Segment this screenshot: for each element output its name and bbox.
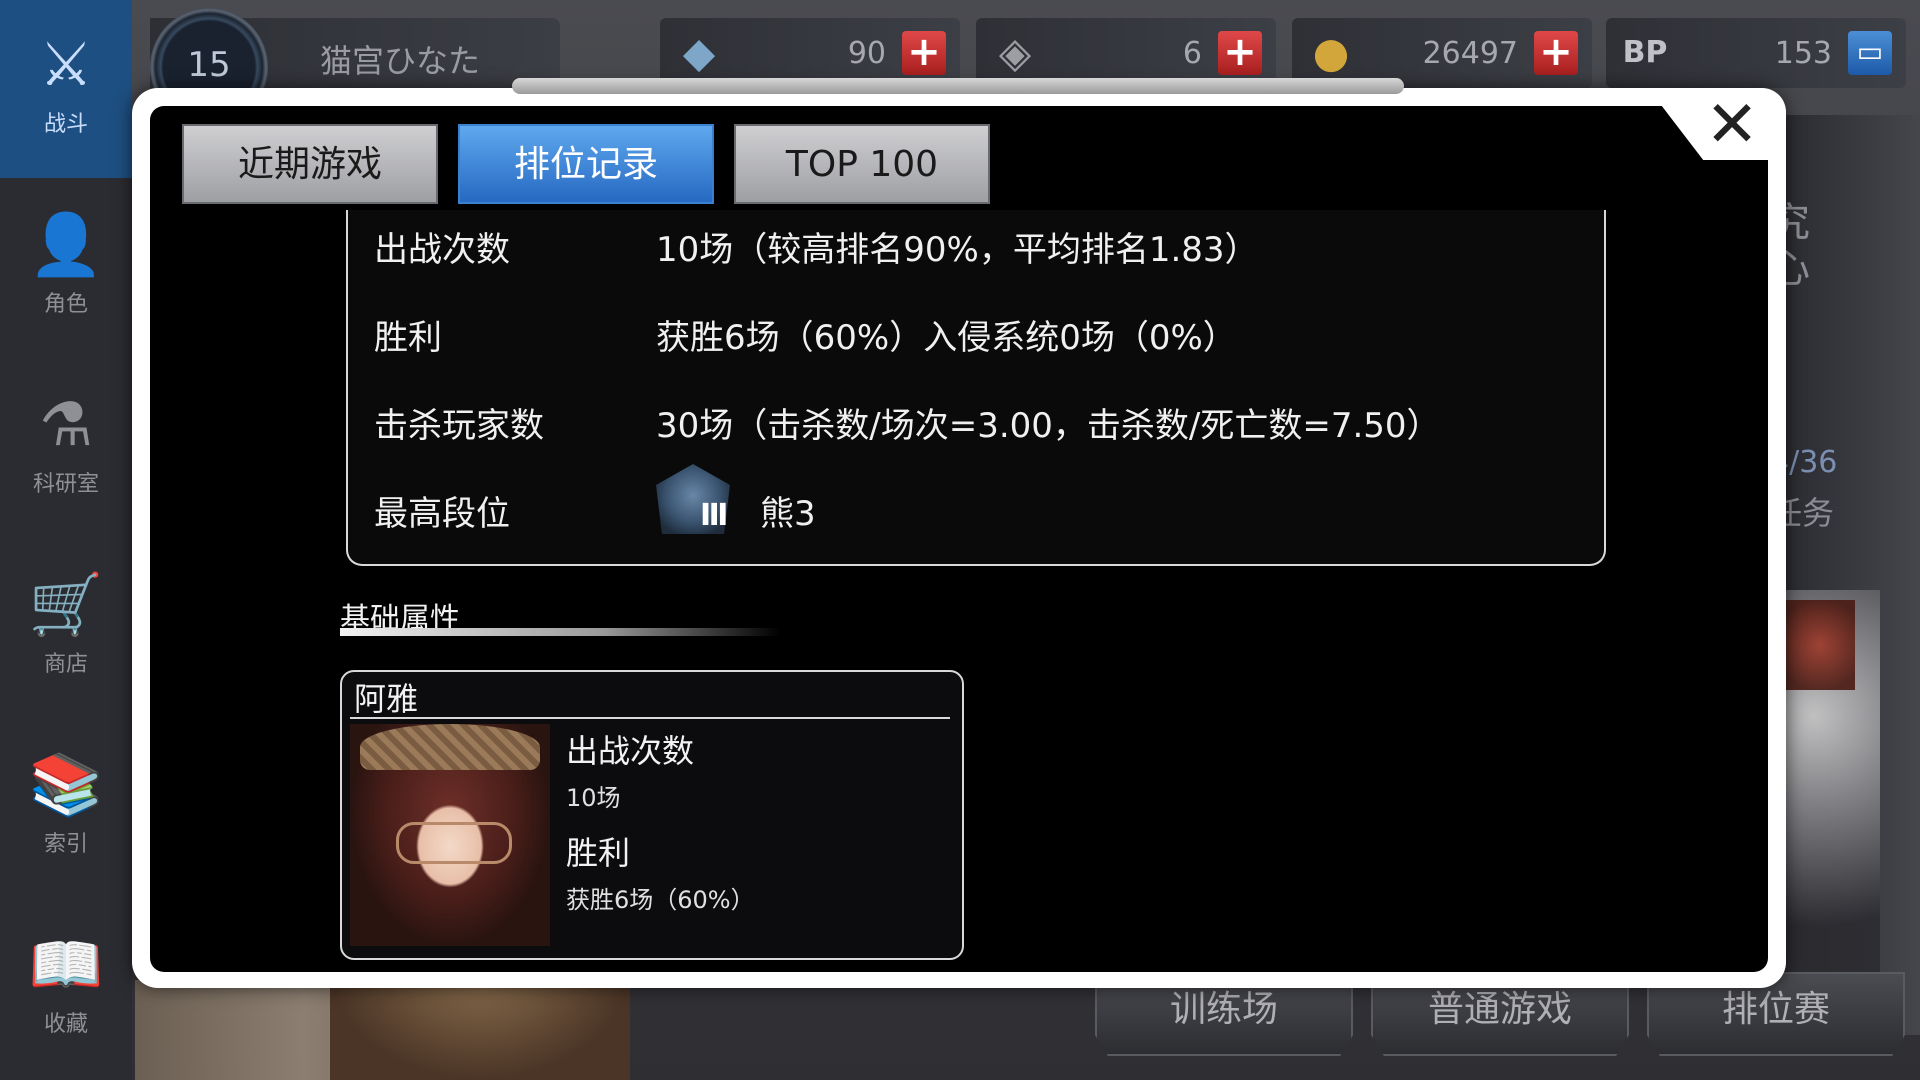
- portrait-glasses: [396, 822, 512, 864]
- rank-name: 熊3: [760, 494, 816, 534]
- stat-value: 30场（击杀数/场次=3.00，击杀数/死亡数=7.50）: [656, 406, 1441, 446]
- bp-card-button[interactable]: ▭: [1848, 31, 1892, 75]
- coin-count: 26497: [1422, 36, 1518, 71]
- add-crystal-button[interactable]: +: [902, 31, 946, 75]
- character-wins-label: 胜利: [566, 834, 631, 872]
- tab-recent-games[interactable]: 近期游戏: [182, 124, 438, 204]
- stat-value: 获胜6场（60%）入侵系统0场（0%）: [656, 318, 1237, 358]
- sidebar-item-label: 索引: [43, 832, 88, 857]
- bp-count: 153: [1774, 36, 1832, 71]
- sidebar: ⚔ 战斗 👤 角色 ⚗ 科研室 🛒 商店 📚 索引 📖 收藏: [0, 0, 132, 1080]
- sidebar-item-label: 商店: [43, 652, 88, 677]
- character-battles-value: 10场: [566, 784, 621, 812]
- crystal-count: 90: [847, 36, 886, 71]
- sidebar-item-shop[interactable]: 🛒 商店: [0, 540, 132, 710]
- sidebar-item-label: 科研室: [32, 472, 99, 497]
- stat-label: 击杀玩家数: [374, 406, 544, 446]
- ticket-icon: ◈: [998, 28, 1032, 77]
- modal-top-rail: [512, 78, 1404, 94]
- flask-icon: ⚗: [39, 390, 93, 460]
- character-icon: 👤: [28, 210, 104, 280]
- player-level: 15: [187, 45, 231, 85]
- stat-label: 出战次数: [374, 230, 510, 270]
- sidebar-item-label: 角色: [43, 292, 88, 317]
- open-book-icon: 📖: [28, 930, 104, 1000]
- modal-tabs: 近期游戏 排位记录 TOP 100: [182, 124, 990, 204]
- crystal-icon: ◆: [682, 28, 716, 77]
- add-ticket-button[interactable]: +: [1218, 31, 1262, 75]
- background-character-hair: [1785, 600, 1855, 690]
- bp-paw-icon: BP: [1622, 35, 1668, 70]
- character-wins-value: 获胜6场（60%）: [566, 886, 755, 914]
- add-coin-button[interactable]: +: [1534, 31, 1578, 75]
- character-battles-label: 出战次数: [566, 732, 695, 770]
- section-underline: [340, 628, 780, 636]
- portrait-hat: [360, 724, 540, 770]
- coin-icon: ●: [1312, 28, 1350, 77]
- sidebar-item-lab[interactable]: ⚗ 科研室: [0, 360, 132, 530]
- resource-bp: BP 153 ▭: [1606, 18, 1906, 88]
- ticket-count: 6: [1182, 36, 1202, 71]
- player-name: 猫宫ひなた: [320, 42, 481, 80]
- crossed-weapons-icon: ⚔: [39, 30, 93, 100]
- tab-top-100[interactable]: TOP 100: [734, 124, 990, 204]
- stat-label: 最高段位: [374, 494, 510, 534]
- sidebar-item-battle[interactable]: ⚔ 战斗: [0, 0, 132, 178]
- sidebar-item-character[interactable]: 👤 角色: [0, 180, 132, 350]
- sidebar-item-label: 收藏: [43, 1012, 88, 1037]
- sidebar-item-collection[interactable]: 📖 收藏: [0, 900, 132, 1070]
- sidebar-item-index[interactable]: 📚 索引: [0, 720, 132, 890]
- stat-value: 10场（较高排名90%，平均排名1.83）: [656, 230, 1259, 270]
- close-icon[interactable]: ✕: [1692, 90, 1772, 162]
- character-name: 阿雅: [354, 680, 419, 718]
- tab-ranking-record[interactable]: 排位记录: [458, 124, 714, 204]
- rank-tier-numeral: Ⅲ: [700, 498, 729, 533]
- character-name-divider: [350, 717, 950, 719]
- sidebar-item-label: 战斗: [43, 112, 88, 137]
- books-icon: 📚: [28, 750, 104, 820]
- stat-label: 胜利: [374, 318, 442, 358]
- cart-icon: 🛒: [28, 570, 104, 640]
